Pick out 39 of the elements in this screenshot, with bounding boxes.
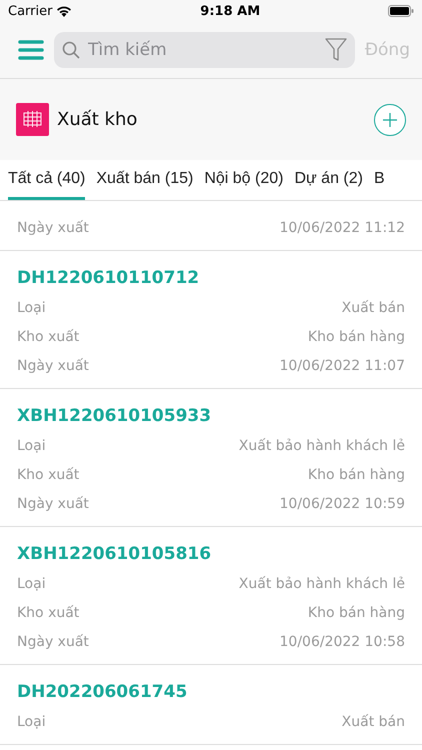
filter-tab[interactable]: Xuất bán (15) — [96, 160, 194, 200]
field-label: Loại — [17, 576, 46, 592]
search-field[interactable]: Tìm kiếm — [54, 32, 355, 68]
field-label: Loại — [17, 714, 46, 730]
field-value: 10/06/2022 10:59 — [280, 496, 405, 512]
field-label: Loại — [17, 438, 46, 454]
search-icon — [62, 41, 80, 59]
menu-icon[interactable] — [18, 40, 44, 60]
field-label: Loại — [17, 300, 46, 316]
field-label: Ngày xuất — [17, 496, 89, 512]
field-value: Xuất bảo hành khách lẻ — [238, 438, 405, 454]
field-label: Ngày xuất — [17, 634, 89, 650]
clock-time: 9:18 AM — [200, 4, 260, 18]
section-title: Xuất kho — [57, 109, 138, 130]
field-value: Xuất bán — [342, 300, 405, 316]
carrier-label: Carrier — [8, 4, 52, 18]
field-value: 10/06/2022 11:07 — [280, 358, 405, 374]
filter-tab[interactable]: Nội bộ (20) — [204, 160, 284, 200]
field-label: Kho xuất — [17, 466, 80, 482]
filter-tab[interactable]: Tất cả (40) — [8, 160, 86, 200]
field-value: Kho bán hàng — [308, 604, 405, 620]
search-input[interactable]: Tìm kiếm — [86, 39, 319, 61]
field-label: Ngày xuất — [17, 358, 89, 374]
field-label: Ngày xuất — [17, 220, 89, 236]
field-value: Xuất bán — [342, 714, 405, 730]
field-value: Kho bán hàng — [308, 466, 405, 482]
field-value: 10/06/2022 11:12 — [280, 220, 405, 236]
wifi-icon — [56, 5, 72, 17]
field-value: 10/06/2022 10:58 — [280, 634, 405, 650]
filter-tab[interactable]: B — [374, 160, 385, 200]
plus-icon — [383, 112, 397, 126]
field-value: Kho bán hàng — [308, 328, 405, 344]
battery-icon — [388, 5, 414, 17]
field-value: Xuất bảo hành khách lẻ — [238, 576, 405, 592]
field-label: Kho xuất — [17, 604, 80, 620]
add-button[interactable] — [374, 104, 406, 136]
field-label: Kho xuất — [17, 328, 80, 344]
filter-icon[interactable] — [324, 38, 347, 62]
filter-tab[interactable]: Dự án (2) — [294, 160, 363, 200]
